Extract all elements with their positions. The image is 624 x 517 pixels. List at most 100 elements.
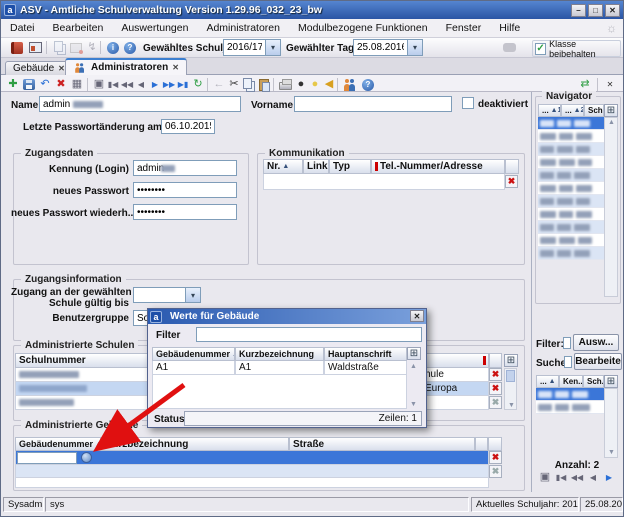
menu-administratoren[interactable]: Administratoren bbox=[197, 20, 289, 36]
refresh-icon[interactable]: ↻ bbox=[190, 77, 206, 92]
nav-previous-icon[interactable]: ◀ bbox=[585, 470, 601, 485]
delete-row-button[interactable]: ✖ bbox=[489, 451, 502, 464]
new-record-icon[interactable]: ✚ bbox=[5, 77, 21, 92]
nav-window-icon[interactable]: ▣ bbox=[537, 470, 553, 485]
gueltig-bis-combobox[interactable]: ▾ bbox=[133, 287, 201, 303]
tab-close-icon[interactable]: ✕ bbox=[58, 64, 65, 73]
column-picker-icon[interactable]: ⊞ bbox=[407, 347, 421, 360]
navigator-row[interactable] bbox=[538, 195, 604, 208]
messages-icon[interactable] bbox=[9, 40, 25, 55]
navigator-row[interactable] bbox=[538, 221, 604, 234]
dialog-cell[interactable]: A1 bbox=[152, 361, 235, 375]
minimize-button[interactable]: – bbox=[571, 4, 586, 17]
dialog-cell[interactable]: A1 bbox=[235, 361, 324, 375]
scroll-up-icon[interactable]: ▲ bbox=[608, 119, 615, 126]
gueltig-bis-value[interactable] bbox=[133, 287, 186, 303]
tab-close-icon[interactable]: ✕ bbox=[172, 63, 179, 72]
detach-panel-icon[interactable]: ⇄ bbox=[577, 77, 593, 92]
dialog-filter-input[interactable] bbox=[196, 327, 422, 342]
result-col-3[interactable]: Sch... bbox=[583, 375, 604, 388]
col-typ[interactable]: Typ bbox=[329, 159, 371, 174]
deaktiviert-checkbox[interactable] bbox=[462, 97, 474, 109]
scroll-down-icon[interactable]: ▼ bbox=[508, 402, 515, 409]
kommunikation-empty-row[interactable] bbox=[263, 174, 505, 190]
info-icon[interactable]: i bbox=[105, 40, 121, 55]
tab-administratoren[interactable]: Administratoren ✕ bbox=[65, 58, 187, 75]
chevron-down-icon[interactable]: ▾ bbox=[186, 287, 201, 303]
tag-combobox[interactable]: ▾ bbox=[353, 39, 423, 56]
users-admin-icon[interactable] bbox=[342, 77, 358, 92]
last-record-icon[interactable]: ▶▮ bbox=[175, 77, 191, 92]
dialog-close-button[interactable]: ✕ bbox=[410, 310, 424, 322]
column-picker-icon[interactable]: ⊞ bbox=[604, 375, 618, 388]
col-nr[interactable]: Nr. ▲ bbox=[263, 159, 303, 174]
menu-bearbeiten[interactable]: Bearbeiten bbox=[44, 20, 113, 36]
result-row[interactable] bbox=[536, 401, 606, 414]
nav-col-1[interactable]: ... ▲1 bbox=[538, 104, 561, 117]
nav-fast-backward-icon[interactable]: ◀◀ bbox=[569, 470, 585, 485]
scroll-down-icon[interactable]: ▼ bbox=[410, 401, 417, 408]
save-icon[interactable] bbox=[21, 77, 37, 92]
kennung-input[interactable] bbox=[133, 160, 237, 176]
values-picker-button[interactable] bbox=[81, 452, 92, 463]
navigator-row[interactable] bbox=[538, 234, 604, 247]
name-input[interactable] bbox=[39, 96, 241, 112]
col-kurzbezeichnung[interactable]: Kurzbezeichnung bbox=[101, 437, 289, 451]
scroll-down-icon[interactable]: ▼ bbox=[608, 449, 615, 456]
menu-modulbezogene-funktionen[interactable]: Modulbezogene Funktionen bbox=[289, 20, 437, 36]
titlebar[interactable]: a ASV - Amtliche Schulverwaltung Version… bbox=[1, 1, 623, 19]
scroll-up-icon[interactable]: ▲ bbox=[410, 363, 417, 370]
help-icon[interactable]: ? bbox=[122, 40, 138, 55]
col-tel[interactable]: Tel.-Nummer/Adresse bbox=[371, 159, 505, 174]
print-icon[interactable] bbox=[277, 77, 293, 92]
cut-icon[interactable]: ✂ bbox=[226, 77, 242, 92]
maximize-button[interactable]: □ bbox=[588, 4, 603, 17]
menu-auswertungen[interactable]: Auswertungen bbox=[112, 20, 197, 36]
column-picker-icon[interactable]: ⊞ bbox=[604, 104, 618, 117]
result-col-2[interactable]: Ken... bbox=[559, 375, 583, 388]
paste-icon[interactable] bbox=[256, 77, 272, 92]
klasse-checkbox[interactable]: ✓ bbox=[535, 43, 546, 55]
vorname-input[interactable] bbox=[294, 96, 452, 112]
auswahl-button[interactable]: Ausw... bbox=[573, 334, 619, 351]
close-button[interactable]: ✕ bbox=[605, 4, 620, 17]
menu-fenster[interactable]: Fenster bbox=[437, 20, 491, 36]
copy-icon[interactable] bbox=[241, 77, 257, 92]
delete-row-button[interactable]: ✖ bbox=[489, 382, 502, 395]
navigator-row[interactable] bbox=[538, 208, 604, 221]
result-col-1[interactable]: ... ▲ bbox=[536, 375, 559, 388]
navigator-row[interactable] bbox=[538, 143, 604, 156]
nav-first-icon[interactable]: ▮◀ bbox=[553, 470, 569, 485]
dialog-col-hauptanschrift[interactable]: Hauptanschrift bbox=[324, 347, 407, 361]
tag-value[interactable] bbox=[353, 39, 408, 56]
navigator-row[interactable] bbox=[538, 156, 604, 169]
dialog-cell[interactable]: Waldstraße bbox=[324, 361, 407, 375]
nav-suche-indicator[interactable] bbox=[564, 356, 572, 368]
close-panel-icon[interactable]: ✕ bbox=[602, 77, 618, 92]
report-icon[interactable] bbox=[27, 40, 43, 55]
neues-passwort-input[interactable] bbox=[133, 182, 237, 198]
navigator-row[interactable] bbox=[538, 169, 604, 182]
schuljahr-value[interactable] bbox=[223, 39, 266, 56]
horn-icon[interactable]: ◀ bbox=[321, 77, 337, 92]
column-picker-icon[interactable]: ⊞ bbox=[504, 354, 518, 367]
nav-col-2[interactable]: ... ▲2 bbox=[561, 104, 584, 117]
navigator-scrollbar[interactable]: ▲ bbox=[604, 117, 618, 297]
undo-icon[interactable]: ↶ bbox=[37, 77, 53, 92]
gebaeude-row[interactable] bbox=[15, 465, 489, 478]
col-link[interactable]: Link bbox=[303, 159, 329, 174]
nav-filter-indicator[interactable] bbox=[563, 337, 571, 349]
dialog-col-gebaeudenummer[interactable]: Gebäudenummer ▲ bbox=[152, 347, 235, 361]
navigator-row[interactable] bbox=[538, 182, 604, 195]
schulen-scrollbar[interactable]: ▼ bbox=[504, 368, 517, 410]
chevron-down-icon[interactable]: ▾ bbox=[408, 39, 423, 56]
help2-icon[interactable]: ? bbox=[360, 77, 376, 92]
col-strasse[interactable]: Straße bbox=[289, 437, 475, 451]
bearbeiten-button[interactable]: Bearbeite bbox=[574, 353, 622, 370]
result-scrollbar[interactable]: ▼ bbox=[604, 388, 618, 458]
menu-hilfe[interactable]: Hilfe bbox=[490, 20, 529, 36]
delete-row-button[interactable]: ✖ bbox=[489, 368, 502, 381]
dialog-titlebar[interactable]: a Werte für Gebäude ✕ bbox=[148, 309, 426, 324]
nav-col-3[interactable]: Sch... bbox=[584, 104, 604, 117]
passwort-wiederholen-input[interactable] bbox=[133, 204, 237, 220]
